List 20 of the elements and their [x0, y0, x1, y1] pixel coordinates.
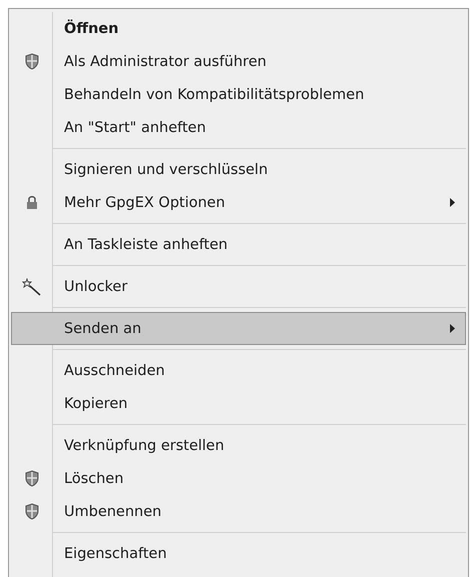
menu-item[interactable]: Kopieren [11, 387, 466, 420]
menu-item[interactable]: Unlocker [11, 270, 466, 303]
menu-item[interactable]: Behandeln von Kompatibilitätsproblemen [11, 78, 466, 111]
lock-icon [26, 195, 38, 210]
menu-item[interactable]: An "Start" anheften [11, 111, 466, 144]
menu-item[interactable]: Mehr GpgEX Optionen [11, 186, 466, 219]
menu-item[interactable]: Ausschneiden [11, 354, 466, 387]
shield-icon [25, 503, 39, 520]
menu-item[interactable]: Öffnen [11, 12, 466, 45]
menu-item[interactable]: Signieren und verschlüsseln [11, 153, 466, 186]
menu-item[interactable]: Löschen [11, 462, 466, 495]
shield-icon [25, 53, 39, 70]
shield-icon [25, 470, 39, 487]
menu-item[interactable]: Eigenschaften [11, 537, 466, 570]
menu-item[interactable]: Senden an [11, 312, 466, 345]
menu-item[interactable]: Verknüpfung erstellen [11, 429, 466, 462]
menu-item[interactable]: An Taskleiste anheften [11, 228, 466, 261]
magic-wand-icon [22, 278, 42, 296]
menu-item[interactable]: Als Administrator ausführen [11, 45, 466, 78]
menu-item[interactable]: Umbenennen [11, 495, 466, 528]
